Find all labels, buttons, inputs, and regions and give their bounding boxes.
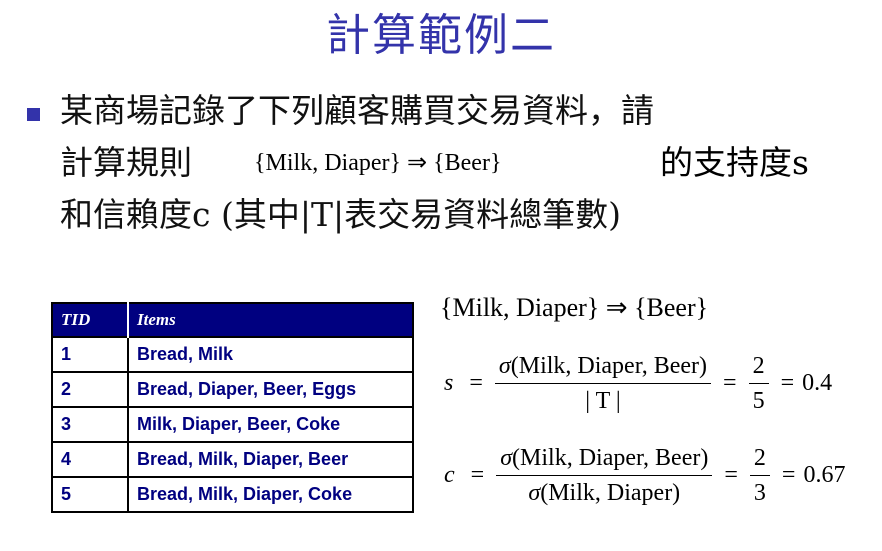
confidence-value-numerator: 2 — [749, 444, 770, 476]
confidence-numerator: σ(Milk, Diaper, Beer) — [496, 444, 713, 476]
support-result: 0.4 — [802, 370, 833, 396]
table-row: 3 Milk, Diaper, Beer, Coke — [52, 406, 413, 442]
body-line-1: 某商場記錄了下列顧客購買交易資料，請 — [60, 91, 654, 130]
equals-sign: = — [470, 462, 485, 488]
confidence-fraction: σ(Milk, Diaper, Beer) σ(Milk, Diaper) — [496, 444, 713, 507]
equals-sign: = — [781, 462, 796, 488]
table-row: 2 Bread, Diaper, Beer, Eggs — [52, 371, 413, 407]
equals-sign: = — [724, 462, 738, 488]
rule-arrow: ⇒ — [407, 150, 428, 176]
support-variable: s — [444, 370, 454, 396]
rule-arrow: ⇒ — [605, 293, 628, 322]
equals-sign: = — [723, 370, 737, 396]
confidence-denominator-text: (Milk, Diaper) — [540, 480, 681, 506]
table-row: 4 Bread, Milk, Diaper, Beer — [52, 441, 413, 477]
table-header-row: TID Items — [52, 303, 413, 337]
support-fraction: σ(Milk, Diaper, Beer) | T | — [494, 352, 712, 415]
cell-tid: 3 — [52, 406, 129, 442]
body-line-2-prefix: 計算規則 — [60, 143, 192, 182]
rule-antecedent: {Milk, Diaper} — [254, 150, 402, 176]
support-value-fraction: 2 5 — [748, 352, 769, 415]
rule-consequent: {Beer} — [634, 293, 709, 322]
support-value-numerator: 2 — [748, 352, 769, 384]
table-row: 5 Bread, Milk, Diaper, Coke — [52, 476, 413, 512]
confidence-formula: c = σ(Milk, Diaper, Beer) σ(Milk, Diaper… — [444, 444, 845, 507]
cell-tid: 4 — [52, 441, 129, 477]
slide-title: 計算範例二 — [326, 10, 556, 61]
sigma-symbol: σ — [498, 353, 511, 379]
confidence-value-fraction: 2 3 — [749, 444, 770, 507]
equals-sign: = — [469, 370, 483, 396]
cell-items: Bread, Milk, Diaper, Coke — [128, 476, 413, 512]
table-row: 1 Bread, Milk — [52, 336, 413, 372]
sigma-symbol: σ — [528, 480, 541, 506]
equals-sign: = — [780, 370, 795, 396]
cell-items: Bread, Milk — [128, 336, 413, 372]
body-line-3: 和信賴度c (其中|T|表交易資料總筆數) — [60, 195, 621, 234]
cell-tid: 1 — [52, 336, 129, 372]
cell-items: Milk, Diaper, Beer, Coke — [128, 406, 413, 442]
column-header-items: Items — [128, 303, 413, 337]
confidence-numerator-text: (Milk, Diaper, Beer) — [512, 445, 709, 471]
column-header-tid: TID — [52, 303, 129, 337]
confidence-variable: c — [444, 462, 455, 488]
rule-heading: {Milk, Diaper} ⇒ {Beer} — [440, 293, 708, 323]
rule-consequent: {Beer} — [433, 150, 502, 176]
support-value-denominator: 5 — [752, 388, 765, 414]
rule-antecedent: {Milk, Diaper} — [440, 293, 600, 322]
rule-inline: {Milk, Diaper} ⇒ {Beer} — [254, 148, 501, 178]
support-numerator: σ(Milk, Diaper, Beer) — [494, 352, 712, 384]
support-numerator-text: (Milk, Diaper, Beer) — [510, 353, 708, 379]
cell-tid: 5 — [52, 476, 129, 512]
cell-items: Bread, Milk, Diaper, Beer — [128, 441, 413, 477]
confidence-denominator: σ(Milk, Diaper) — [524, 476, 684, 507]
support-formula: s = σ(Milk, Diaper, Beer) | T | = 2 5 = … — [444, 352, 832, 415]
sigma-symbol: σ — [500, 445, 513, 471]
confidence-value-denominator: 3 — [753, 480, 766, 506]
square-bullet-icon — [27, 108, 40, 121]
support-denominator: | T | — [585, 388, 621, 414]
confidence-result: 0.67 — [803, 462, 846, 488]
transaction-table: TID Items 1 Bread, Milk 2 Bread, Diaper,… — [51, 302, 414, 513]
cell-items: Bread, Diaper, Beer, Eggs — [128, 371, 413, 407]
body-line-2-suffix: 的支持度s — [660, 143, 809, 182]
cell-tid: 2 — [52, 371, 129, 407]
